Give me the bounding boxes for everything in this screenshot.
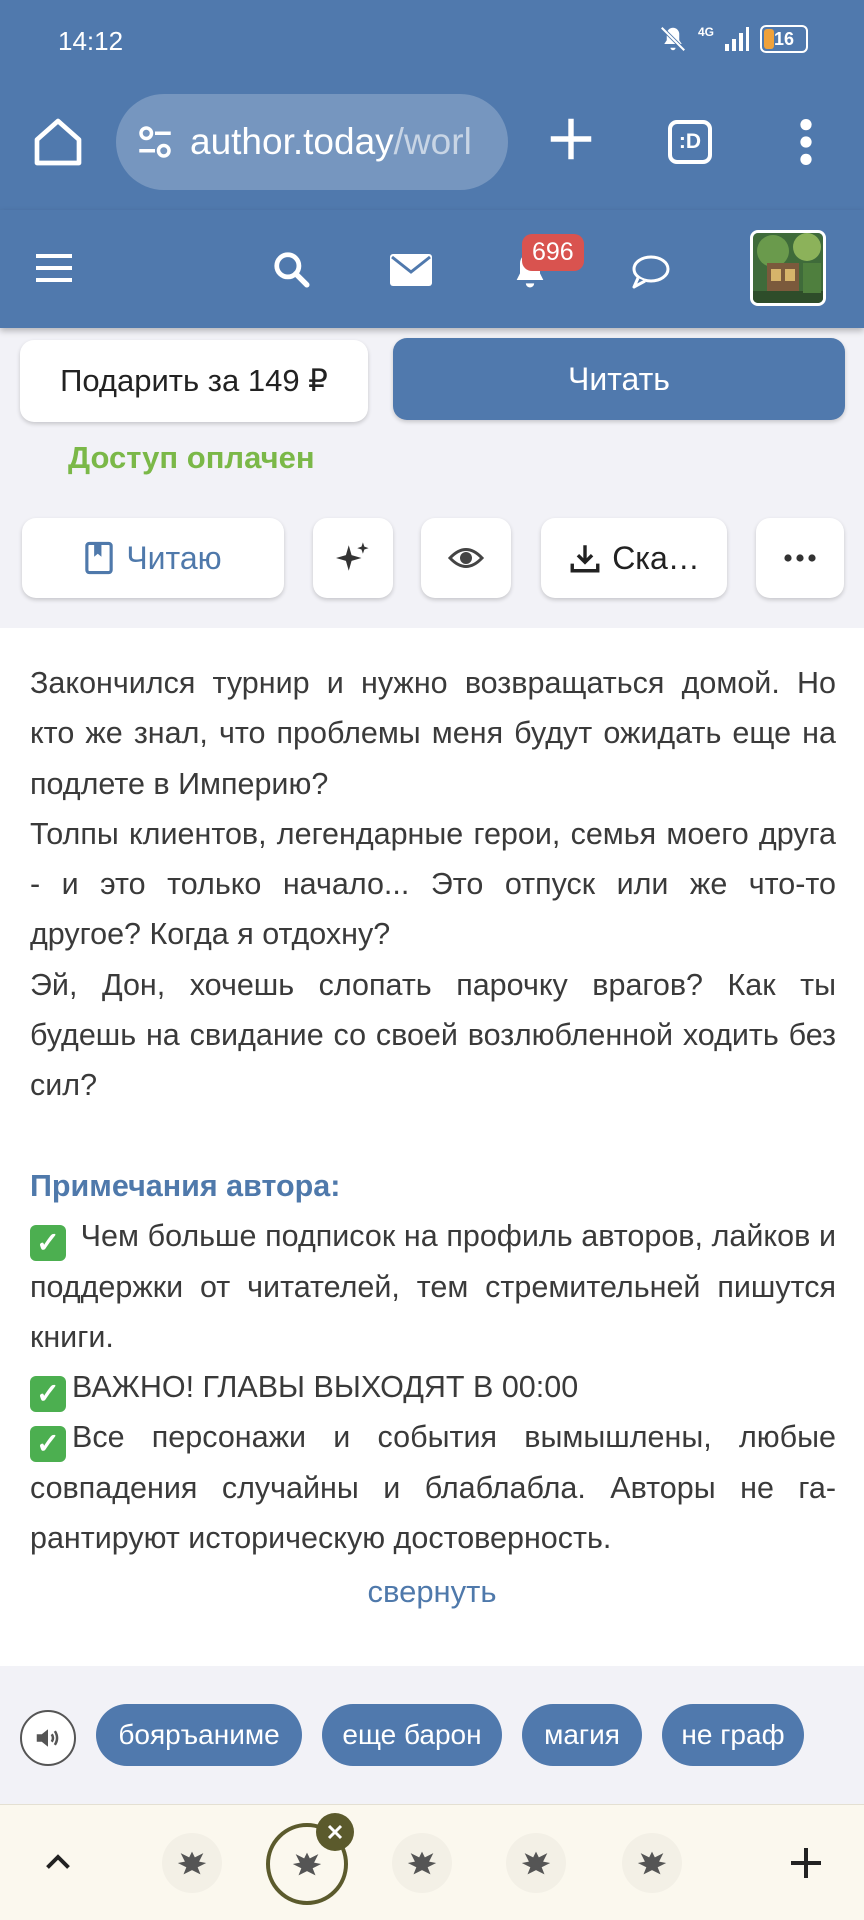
speaker-icon (36, 1729, 59, 1747)
search-icon[interactable] (272, 250, 310, 288)
tag-chip[interactable]: не граф (662, 1704, 804, 1766)
author-note-text: Чем больше подписок на профиль авторов, … (30, 1219, 836, 1354)
tab-switcher-button[interactable]: :D (668, 120, 712, 164)
user-avatar[interactable] (750, 230, 826, 306)
download-icon (570, 545, 600, 573)
annotation-paragraph: Эй, Дон, хочешь слопать парочку врагов? … (30, 967, 836, 1103)
eagle-emblem-icon (637, 1851, 667, 1875)
ai-sparkle-button[interactable] (313, 518, 393, 598)
check-mark-icon: ✓ (30, 1426, 66, 1463)
tag-chip[interactable]: бояръаниме (96, 1704, 302, 1766)
browser-toolbar: author.today/worl :D (0, 84, 864, 210)
battery-level: 16 (773, 29, 795, 49)
more-options-button[interactable] (756, 518, 844, 598)
address-bar[interactable]: author.today/worl (116, 94, 508, 190)
eye-icon (448, 548, 484, 568)
add-tab-icon[interactable] (786, 1843, 826, 1883)
author-note-text: Все персонажи и события вымышлены, любые… (30, 1420, 836, 1556)
hamburger-menu-icon[interactable] (36, 252, 72, 284)
more-vert-icon[interactable] (790, 116, 822, 168)
access-status: Доступ оплачен (68, 440, 315, 475)
status-icons: 4G 16 (658, 24, 808, 54)
bookmark-book-icon (85, 541, 114, 575)
mail-icon[interactable] (390, 254, 432, 286)
tag-chip[interactable]: магия (522, 1704, 642, 1766)
watch-button[interactable] (421, 518, 511, 598)
read-button[interactable]: Читать (393, 338, 845, 420)
tab-favicon[interactable] (506, 1833, 566, 1893)
battery-indicator: 16 (760, 25, 808, 53)
signal-icon (725, 27, 749, 51)
author-note: ✓ Чем больше подписок на профиль авторов… (30, 1211, 836, 1362)
url-domain: author.today (190, 121, 394, 162)
reading-status-button[interactable]: Читаю (22, 518, 284, 598)
author-notes-title: Примечания автора: (30, 1168, 341, 1203)
author-note: ✓ Все персонажи и события вымышлены, любы… (30, 1412, 836, 1563)
home-icon[interactable] (30, 114, 86, 170)
reading-status-label: Читаю (126, 539, 222, 576)
author-note: ✓ ВАЖНО! ГЛАВЫ ВЫХОДЯТ В 00:00 (30, 1362, 836, 1413)
status-time: 14:12 (58, 26, 124, 56)
eagle-emblem-icon (521, 1851, 551, 1875)
annotation-paragraph: Толпы клиентов, легендарные герои, семья… (30, 816, 836, 952)
tags-row: бояръаниме еще барон магия не граф (0, 1666, 864, 1806)
author-note-text: ВАЖНО! ГЛАВЫ ВЫХОДЯТ В 00:00 (72, 1370, 579, 1405)
eagle-emblem-icon (177, 1851, 207, 1875)
bottom-tab-bar (0, 1804, 864, 1920)
close-icon (327, 1824, 343, 1840)
tab-favicon[interactable] (162, 1833, 222, 1893)
download-label: Ска… (612, 539, 700, 576)
annotation-paragraph: Закончился турнир и нужно возвращаться д… (30, 666, 836, 801)
avatar-image-icon (753, 233, 823, 303)
check-mark-icon: ✓ (30, 1225, 66, 1262)
status-bar: 14:12 4G 16 (0, 0, 864, 84)
new-tab-icon[interactable] (544, 112, 598, 166)
site-header: 696 (0, 210, 864, 328)
url-text: author.today/worl (190, 121, 472, 163)
download-button[interactable]: Ска… (541, 518, 727, 598)
speaker-button[interactable] (20, 1710, 76, 1766)
check-mark-icon: ✓ (30, 1376, 66, 1413)
notification-badge: 696 (522, 234, 584, 271)
chat-icon[interactable] (630, 254, 670, 290)
url-path: /worl (393, 121, 472, 162)
tag-chip[interactable]: еще барон (322, 1704, 502, 1766)
more-horiz-icon (784, 554, 816, 562)
close-tab-button[interactable] (316, 1813, 354, 1851)
site-settings-icon[interactable] (134, 121, 176, 163)
tab-favicon[interactable] (392, 1833, 452, 1893)
sparkle-icon (336, 542, 369, 571)
annotation-text: Закончился турнир и нужно возвращаться д… (30, 658, 836, 1563)
eagle-emblem-icon (407, 1851, 437, 1875)
eagle-emblem-icon (292, 1852, 322, 1876)
chevron-up-icon[interactable] (40, 1845, 76, 1881)
network-label: 4G (697, 25, 714, 39)
book-annotation: Закончился турнир и нужно возвращаться д… (0, 628, 864, 1666)
tab-favicon[interactable] (622, 1833, 682, 1893)
bell-muted-icon (660, 26, 686, 52)
gift-button[interactable]: Подарить за 149 ₽ (20, 340, 368, 422)
collapse-link[interactable]: свернуть (0, 1574, 864, 1610)
